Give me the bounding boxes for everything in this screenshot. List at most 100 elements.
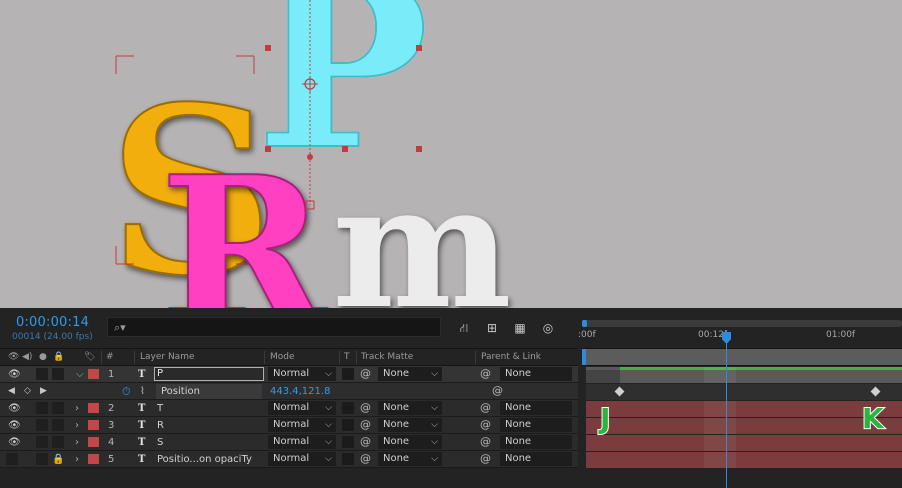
layer-row[interactable]: 👁 › 3 T R Normal ⌵ @ None ⌵ @ None xyxy=(0,417,578,434)
track-matte-select[interactable]: None ⌵ xyxy=(378,418,442,432)
track-matte-select[interactable]: None ⌵ xyxy=(378,452,442,466)
layer-duration-bar[interactable] xyxy=(586,435,902,451)
layer-duration-bar[interactable] xyxy=(586,452,902,468)
parent-select[interactable]: None xyxy=(500,435,572,449)
eye-icon[interactable]: 👁 xyxy=(8,368,21,381)
parent-pickwhip-icon[interactable]: @ xyxy=(480,435,491,448)
pickwhip-icon[interactable]: @ xyxy=(360,452,371,465)
time-navigator-start-handle[interactable] xyxy=(582,320,587,327)
video-switch[interactable] xyxy=(6,453,18,465)
keyframe-icon[interactable] xyxy=(614,386,625,397)
parent-pickwhip-icon[interactable]: @ xyxy=(480,452,491,465)
layer-row[interactable]: 👁 › 4 T S Normal ⌵ @ None ⌵ @ None xyxy=(0,434,578,451)
parent-pickwhip-icon[interactable]: @ xyxy=(480,401,491,414)
solo-switch[interactable] xyxy=(36,402,48,414)
label-color-swatch[interactable] xyxy=(88,454,99,464)
solo-switch-icon[interactable]: ● xyxy=(39,352,47,362)
preserve-transparency-toggle[interactable] xyxy=(342,402,354,414)
column-t[interactable]: T xyxy=(344,352,350,362)
label-color-swatch[interactable] xyxy=(88,403,99,413)
position-keyframe-track[interactable] xyxy=(586,384,902,400)
column-mode[interactable]: Mode xyxy=(270,352,295,362)
layer-search-input[interactable]: ⌕▾ xyxy=(107,317,441,337)
pickwhip-icon[interactable]: @ xyxy=(360,401,371,414)
label-color-swatch[interactable] xyxy=(88,437,99,447)
pickwhip-icon[interactable]: @ xyxy=(360,435,371,448)
track-matte-select[interactable]: None ⌵ xyxy=(378,401,442,415)
twirl-right-icon[interactable]: › xyxy=(75,453,79,466)
composition-viewer[interactable]: S m R P xyxy=(0,0,902,308)
preserve-transparency-toggle[interactable] xyxy=(342,368,354,380)
layer-duration-bar[interactable] xyxy=(586,418,902,434)
layer-row[interactable]: 👁 ⌵ 1 T P Normal ⌵ @ None ⌵ @ None xyxy=(0,366,578,383)
stopwatch-icon[interactable]: ⏱ xyxy=(122,385,131,398)
track-matte-select[interactable]: None ⌵ xyxy=(378,435,442,449)
twirl-right-icon[interactable]: › xyxy=(75,436,79,449)
eye-icon[interactable]: 👁 xyxy=(8,419,21,432)
work-area-bar[interactable] xyxy=(582,348,902,366)
blend-mode-select[interactable]: Normal ⌵ xyxy=(268,367,336,381)
layer-name-input[interactable]: P xyxy=(154,367,264,381)
letter-p[interactable]: P xyxy=(255,0,430,202)
time-ruler[interactable]: :00f 00:12f 01:00f xyxy=(578,318,902,348)
solo-switch[interactable] xyxy=(36,419,48,431)
audio-switch-icon[interactable]: ◀) xyxy=(22,352,32,362)
label-color-swatch[interactable] xyxy=(88,420,99,430)
parent-select[interactable]: None xyxy=(500,418,572,432)
lock-switch[interactable] xyxy=(52,368,64,380)
current-time-display[interactable]: 0:00:00:14 xyxy=(16,315,89,330)
eye-icon[interactable]: 👁 xyxy=(8,402,21,415)
blend-mode-select[interactable]: Normal ⌵ xyxy=(268,401,336,415)
preserve-transparency-toggle[interactable] xyxy=(342,436,354,448)
layer-name[interactable]: T xyxy=(157,402,163,415)
label-color-swatch[interactable] xyxy=(88,369,99,379)
parent-select[interactable]: None xyxy=(500,452,572,466)
parent-pickwhip-icon[interactable]: @ xyxy=(480,418,491,431)
position-value[interactable]: 443.4,121.8 xyxy=(270,385,330,398)
preserve-transparency-toggle[interactable] xyxy=(342,453,354,465)
motion-blur-icon[interactable]: ◎ xyxy=(540,321,556,335)
preserve-transparency-toggle[interactable] xyxy=(342,419,354,431)
solo-switch[interactable] xyxy=(36,453,48,465)
layer-name[interactable]: Positio...on opaciTy xyxy=(157,453,252,466)
composition-canvas[interactable]: S m R P xyxy=(0,0,902,308)
parent-pickwhip-icon[interactable]: @ xyxy=(480,367,491,380)
frame-blending-icon[interactable]: ▦ xyxy=(512,321,528,335)
composition-flowchart-icon[interactable]: ⛙ xyxy=(456,321,472,335)
lock-switch[interactable] xyxy=(52,402,64,414)
next-keyframe-icon[interactable]: ▶ xyxy=(40,385,47,398)
solo-switch[interactable] xyxy=(36,368,48,380)
current-time-indicator[interactable] xyxy=(726,330,727,488)
blend-mode-select[interactable]: Normal ⌵ xyxy=(268,452,336,466)
solo-switch[interactable] xyxy=(36,436,48,448)
pickwhip-icon[interactable]: @ xyxy=(360,367,371,380)
draft-3d-icon[interactable]: ⊞ xyxy=(484,321,500,335)
twirl-down-icon[interactable]: ⌵ xyxy=(76,368,84,381)
layer-duration-bar[interactable] xyxy=(586,367,902,383)
pickwhip-icon[interactable]: @ xyxy=(360,418,371,431)
time-navigator[interactable] xyxy=(582,320,902,327)
column-track-matte[interactable]: Track Matte xyxy=(361,352,413,362)
prev-keyframe-icon[interactable]: ◀ xyxy=(8,385,15,398)
layer-name[interactable]: S xyxy=(157,436,163,449)
twirl-right-icon[interactable]: › xyxy=(75,419,79,432)
graph-icon[interactable]: ⌇ xyxy=(140,385,145,398)
parent-select[interactable]: None xyxy=(500,367,572,381)
expression-pickwhip-icon[interactable]: @ xyxy=(492,384,503,397)
keyframe-icon[interactable] xyxy=(870,386,881,397)
twirl-right-icon[interactable]: › xyxy=(75,402,79,415)
parent-select[interactable]: None xyxy=(500,401,572,415)
lock-switch[interactable] xyxy=(52,436,64,448)
column-parent[interactable]: Parent & Link xyxy=(481,352,541,362)
layer-row[interactable]: 👁 › 2 T T Normal ⌵ @ None ⌵ @ None xyxy=(0,400,578,417)
layer-row[interactable]: 🔒 › 5 T Positio...on opaciTy Normal ⌵ @ N… xyxy=(0,451,578,468)
position-property-row[interactable]: ◀ ◇ ▶ ⏱ ⌇ Position 443.4,121.8 @ xyxy=(0,383,578,400)
label-tag-icon[interactable]: 🏷 xyxy=(84,352,95,362)
lock-switch-icon[interactable]: 🔒 xyxy=(53,352,64,362)
timeline-graph[interactable]: :00f 00:12f 01:00f J K xyxy=(578,308,902,488)
add-keyframe-icon[interactable]: ◇ xyxy=(24,385,31,398)
layer-duration-bar[interactable] xyxy=(586,401,902,417)
track-matte-select[interactable]: None ⌵ xyxy=(378,367,442,381)
lock-switch[interactable] xyxy=(52,419,64,431)
work-area-start-handle[interactable] xyxy=(582,349,586,365)
